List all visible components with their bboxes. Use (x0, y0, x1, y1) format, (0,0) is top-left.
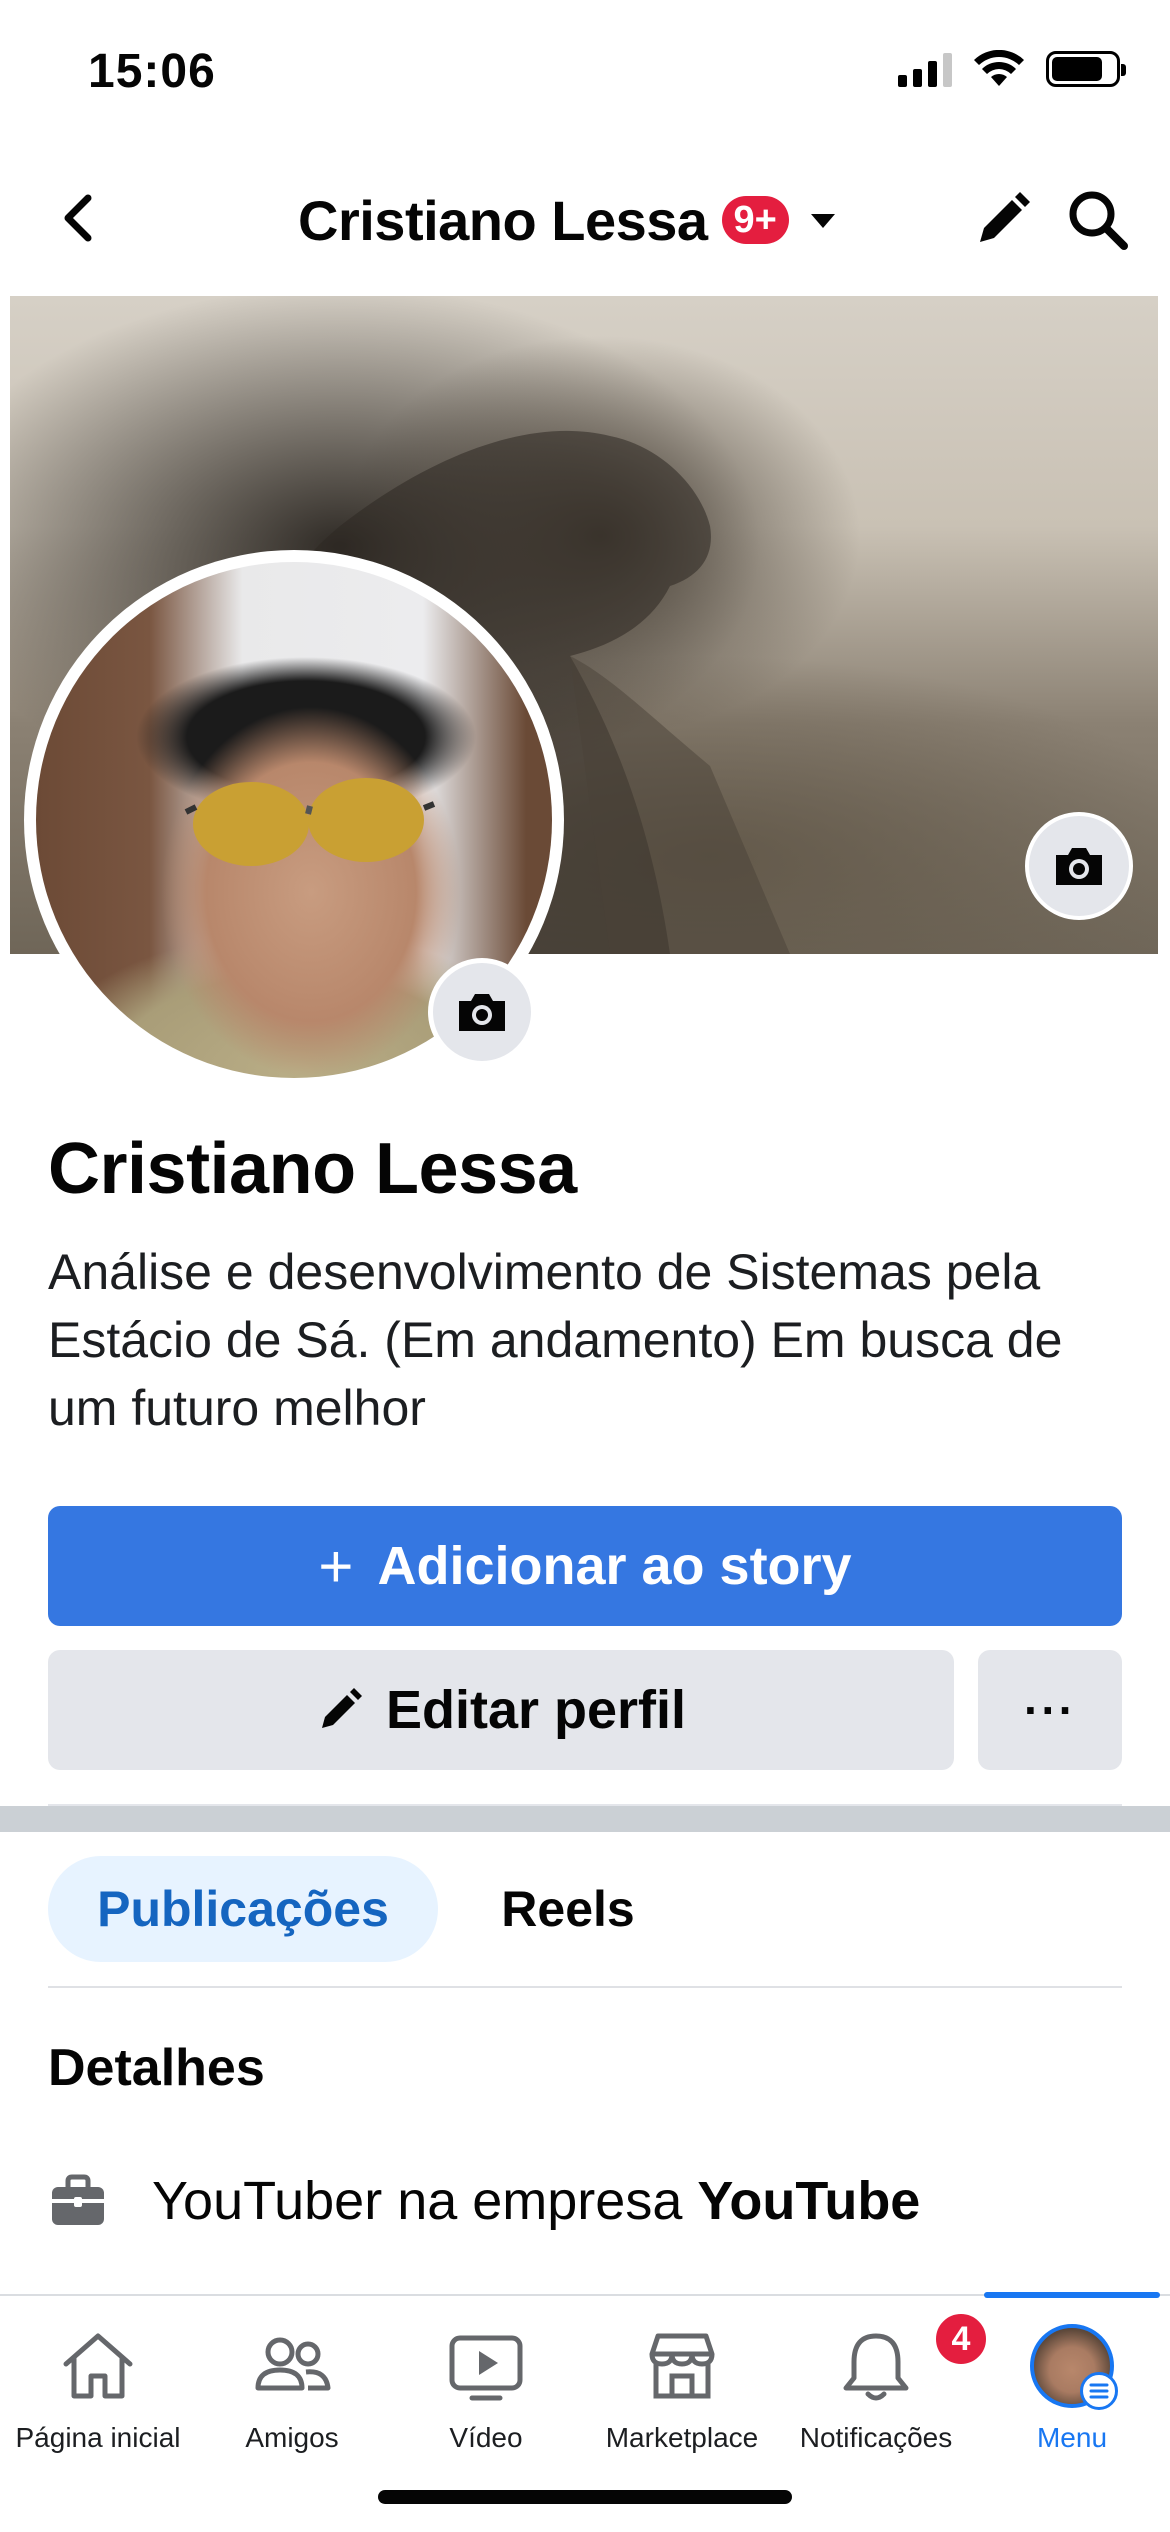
nav-marketplace[interactable]: Marketplace (584, 2324, 780, 2484)
home-icon (63, 2333, 133, 2399)
video-icon (449, 2335, 523, 2401)
status-bar: 15:06 (0, 0, 1170, 140)
profile-switcher[interactable]: Cristiano Lessa 9+ (298, 180, 843, 260)
nav-friends[interactable]: Amigos (194, 2324, 390, 2484)
edit-profile-button[interactable]: Editar perfil (48, 1650, 954, 1770)
nav-home[interactable]: Página inicial (0, 2324, 196, 2484)
section-divider (0, 1806, 1170, 1832)
profile-bio: Análise e desenvolvimento de Sistemas pe… (48, 1244, 1063, 1436)
cellular-signal-icon (898, 51, 952, 87)
nav-video-label: Vídeo (449, 2422, 523, 2453)
nav-menu[interactable]: Menu (974, 2324, 1170, 2484)
tab-publicacoes[interactable]: Publicações (48, 1856, 438, 1962)
camera-icon (1056, 848, 1102, 885)
active-tab-indicator (984, 2292, 1160, 2298)
tab-reels[interactable]: Reels (468, 1856, 668, 1962)
profile-name: Cristiano Lessa (48, 1129, 577, 1209)
nav-marketplace-label: Marketplace (605, 2422, 759, 2453)
more-icon: ··· (1024, 1684, 1076, 1736)
hamburger-icon (1080, 2372, 1118, 2410)
friends-icon (255, 2337, 331, 2391)
edit-profile-label: Editar perfil (385, 1680, 687, 1740)
nav-home-label: Página inicial (15, 2422, 181, 2453)
header-title: Cristiano Lessa (298, 188, 708, 252)
divider (48, 1986, 1122, 1988)
avatar-camera-button[interactable] (428, 958, 536, 1066)
status-icons (898, 50, 1126, 88)
pencil-icon (321, 1688, 362, 1728)
home-indicator (378, 2490, 792, 2504)
nav-friends-label: Amigos (245, 2422, 339, 2453)
details-heading: Detalhes (48, 2039, 265, 2097)
notification-badge: 9+ (721, 196, 789, 244)
status-time: 15:06 (88, 45, 216, 98)
edit-pencil-button[interactable] (970, 188, 1034, 252)
back-button[interactable] (50, 188, 110, 248)
briefcase-icon (52, 2174, 104, 2225)
battery-icon (1046, 51, 1126, 87)
marketplace-icon (649, 2333, 715, 2399)
profile-header: Cristiano Lessa 9+ (0, 150, 1170, 290)
wifi-icon (974, 50, 1024, 86)
camera-icon (459, 994, 505, 1031)
add-to-story-label: Adicionar ao story (377, 1536, 852, 1596)
add-to-story-button[interactable]: + Adicionar ao story (48, 1506, 1122, 1626)
nav-menu-label: Menu (1036, 2422, 1108, 2453)
nav-video[interactable]: Vídeo (388, 2324, 584, 2484)
detail-work-row: YouTuber na empresa YouTube (48, 2170, 920, 2232)
chevron-down-icon (810, 214, 835, 228)
menu-avatar (1030, 2324, 1118, 2410)
plus-icon: + (318, 1532, 354, 1600)
bell-icon (843, 2333, 909, 2401)
work-company: YouTube (697, 2171, 921, 2231)
search-button[interactable] (1064, 186, 1132, 254)
nav-notifications-label: Notificações (799, 2422, 953, 2453)
work-position: YouTuber na empresa (152, 2171, 683, 2231)
nav-notifications[interactable]: 4 Notificações (778, 2310, 990, 2484)
cover-camera-button[interactable] (1025, 812, 1133, 920)
more-options-button[interactable]: ··· (978, 1650, 1122, 1770)
